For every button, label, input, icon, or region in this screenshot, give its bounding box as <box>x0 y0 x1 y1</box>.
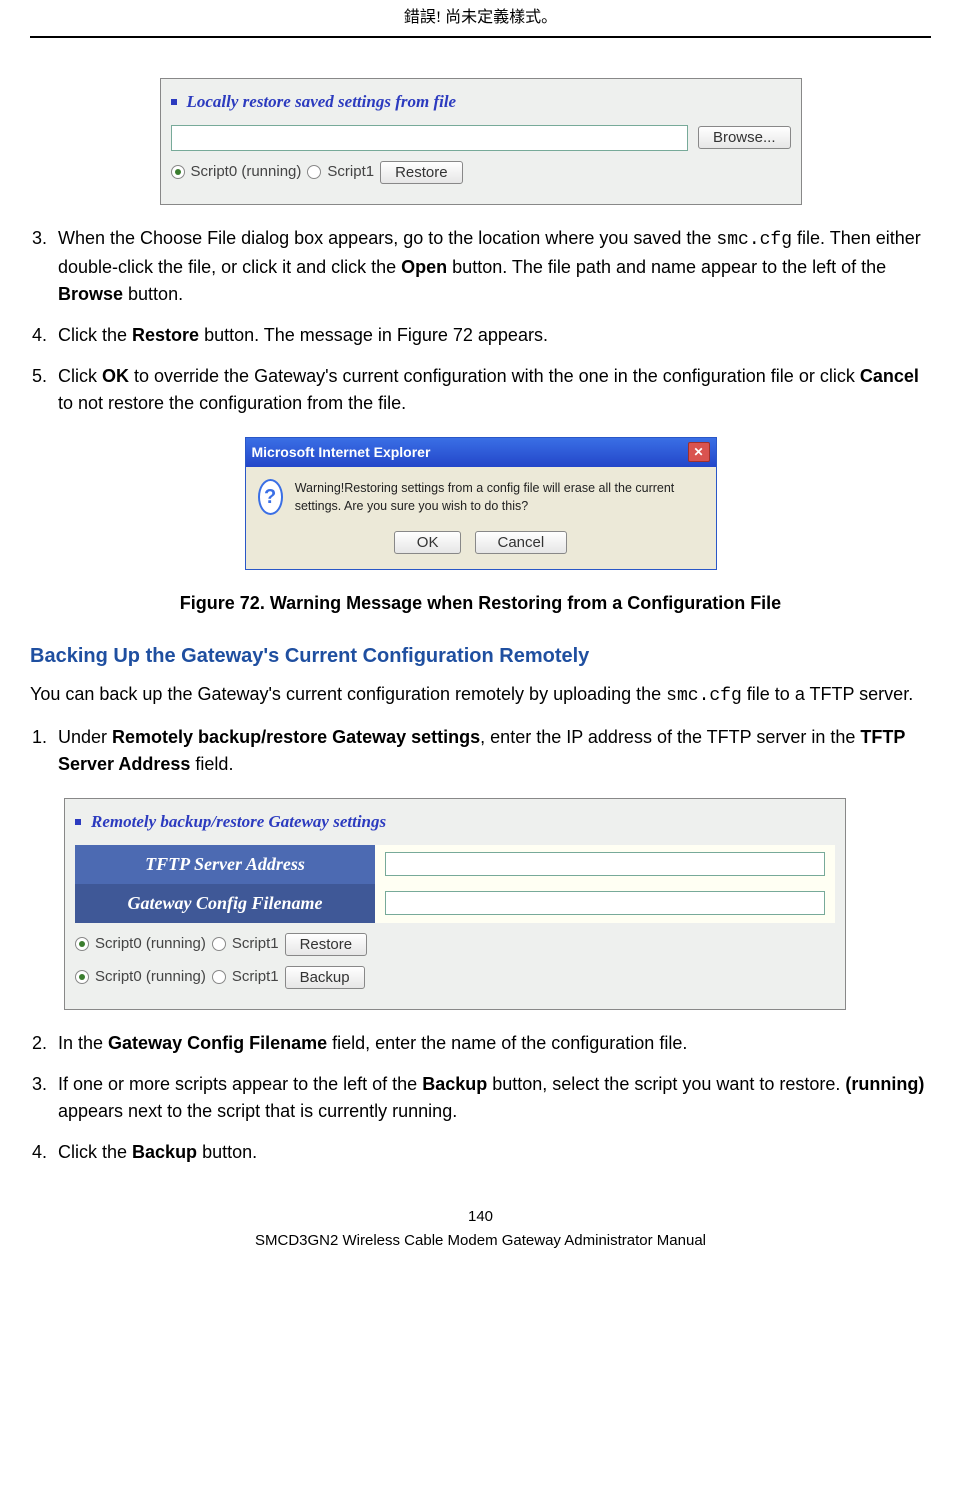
close-icon[interactable]: ✕ <box>688 442 710 462</box>
text: button, select the script you want to re… <box>487 1074 845 1094</box>
question-icon: ? <box>258 479 283 515</box>
step-3: When the Choose File dialog box appears,… <box>52 225 931 308</box>
code-text: smc.cfg <box>716 230 792 250</box>
text: field, enter the name of the configurati… <box>327 1033 687 1053</box>
steps-list-a: When the Choose File dialog box appears,… <box>30 225 931 417</box>
page-number: 140 <box>30 1206 931 1229</box>
remote-panel-title: Remotely backup/restore Gateway settings <box>91 809 386 835</box>
script1-radio[interactable] <box>307 165 321 179</box>
backup-script0-radio[interactable] <box>75 970 89 984</box>
restore-button[interactable]: Restore <box>380 161 463 184</box>
code-text: smc.cfg <box>666 686 742 706</box>
text: When the Choose File dialog box appears,… <box>58 228 716 248</box>
text: You can back up the Gateway's current co… <box>30 684 666 704</box>
bold-text: OK <box>102 366 129 386</box>
bold-text: Gateway Config Filename <box>108 1033 327 1053</box>
bold-text: Cancel <box>860 366 919 386</box>
text: Click the <box>58 325 132 345</box>
text: Click <box>58 366 102 386</box>
text: file to a TFTP server. <box>742 684 913 704</box>
bold-text: (running) <box>845 1074 924 1094</box>
warning-popup: Microsoft Internet Explorer ✕ ? Warning!… <box>245 437 717 571</box>
script1-label: Script1 <box>327 161 374 184</box>
text: Click the <box>58 1142 132 1162</box>
steps-list-c: In the Gateway Config Filename field, en… <box>30 1030 931 1166</box>
bold-text: Open <box>401 257 447 277</box>
bold-text: Backup <box>422 1074 487 1094</box>
browse-button[interactable]: Browse... <box>698 126 791 149</box>
section2-title: Backing Up the Gateway's Current Configu… <box>30 641 931 671</box>
cancel-button[interactable]: Cancel <box>475 531 568 554</box>
backup-button[interactable]: Backup <box>285 966 365 989</box>
restore-script1-label: Script1 <box>232 933 279 956</box>
step-b1: Under Remotely backup/restore Gateway se… <box>52 724 931 778</box>
section2-intro: You can back up the Gateway's current co… <box>30 681 931 710</box>
step-c3: If one or more scripts appear to the lef… <box>52 1071 931 1125</box>
backup-script1-radio[interactable] <box>212 970 226 984</box>
config-filename-input[interactable] <box>385 891 825 915</box>
local-restore-panel: Locally restore saved settings from file… <box>160 78 802 205</box>
bold-text: Remotely backup/restore Gateway settings <box>112 727 480 747</box>
text: , enter the IP address of the TFTP serve… <box>480 727 860 747</box>
popup-title: Microsoft Internet Explorer <box>252 442 431 463</box>
restore-script1-radio[interactable] <box>212 937 226 951</box>
remote-backup-panel: Remotely backup/restore Gateway settings… <box>64 798 846 1010</box>
backup-script1-label: Script1 <box>232 966 279 989</box>
doc-title: SMCD3GN2 Wireless Cable Modem Gateway Ad… <box>255 1232 706 1249</box>
step-c2: In the Gateway Config Filename field, en… <box>52 1030 931 1057</box>
page-header: 錯誤! 尚未定義樣式。 <box>30 0 931 38</box>
text: In the <box>58 1033 108 1053</box>
text: appears next to the script that is curre… <box>58 1101 457 1121</box>
restore-script0-label: Script0 (running) <box>95 933 206 956</box>
config-filename-label: Gateway Config Filename <box>75 884 375 923</box>
step-4: Click the Restore button. The message in… <box>52 322 931 349</box>
text: button. The message in Figure 72 appears… <box>199 325 548 345</box>
remote-restore-button[interactable]: Restore <box>285 933 368 956</box>
bullet-icon <box>171 99 177 105</box>
step-c4: Click the Backup button. <box>52 1139 931 1166</box>
backup-script0-label: Script0 (running) <box>95 966 206 989</box>
local-restore-title: Locally restore saved settings from file <box>187 89 457 115</box>
file-path-input[interactable] <box>171 125 688 151</box>
text: button. <box>123 284 183 304</box>
ok-button[interactable]: OK <box>394 531 462 554</box>
bullet-icon <box>75 819 81 825</box>
script0-label: Script0 (running) <box>191 161 302 184</box>
step-5: Click OK to override the Gateway's curre… <box>52 363 931 417</box>
text: to override the Gateway's current config… <box>129 366 860 386</box>
figure72-caption: Figure 72. Warning Message when Restorin… <box>30 590 931 617</box>
bold-text: Backup <box>132 1142 197 1162</box>
bold-text: Browse <box>58 284 123 304</box>
restore-script0-radio[interactable] <box>75 937 89 951</box>
script0-radio[interactable] <box>171 165 185 179</box>
text: to not restore the configuration from th… <box>58 393 406 413</box>
page-footer: 140 SMCD3GN2 Wireless Cable Modem Gatewa… <box>30 1206 931 1253</box>
bold-text: Restore <box>132 325 199 345</box>
tftp-address-label: TFTP Server Address <box>75 845 375 884</box>
steps-list-b: Under Remotely backup/restore Gateway se… <box>30 724 931 778</box>
text: button. <box>197 1142 257 1162</box>
text: field. <box>190 754 233 774</box>
remote-settings-table: TFTP Server Address Gateway Config Filen… <box>75 845 835 923</box>
tftp-address-input[interactable] <box>385 852 825 876</box>
text: button. The file path and name appear to… <box>447 257 886 277</box>
text: Under <box>58 727 112 747</box>
text: If one or more scripts appear to the lef… <box>58 1074 422 1094</box>
popup-message: Warning!Restoring settings from a config… <box>295 479 704 517</box>
